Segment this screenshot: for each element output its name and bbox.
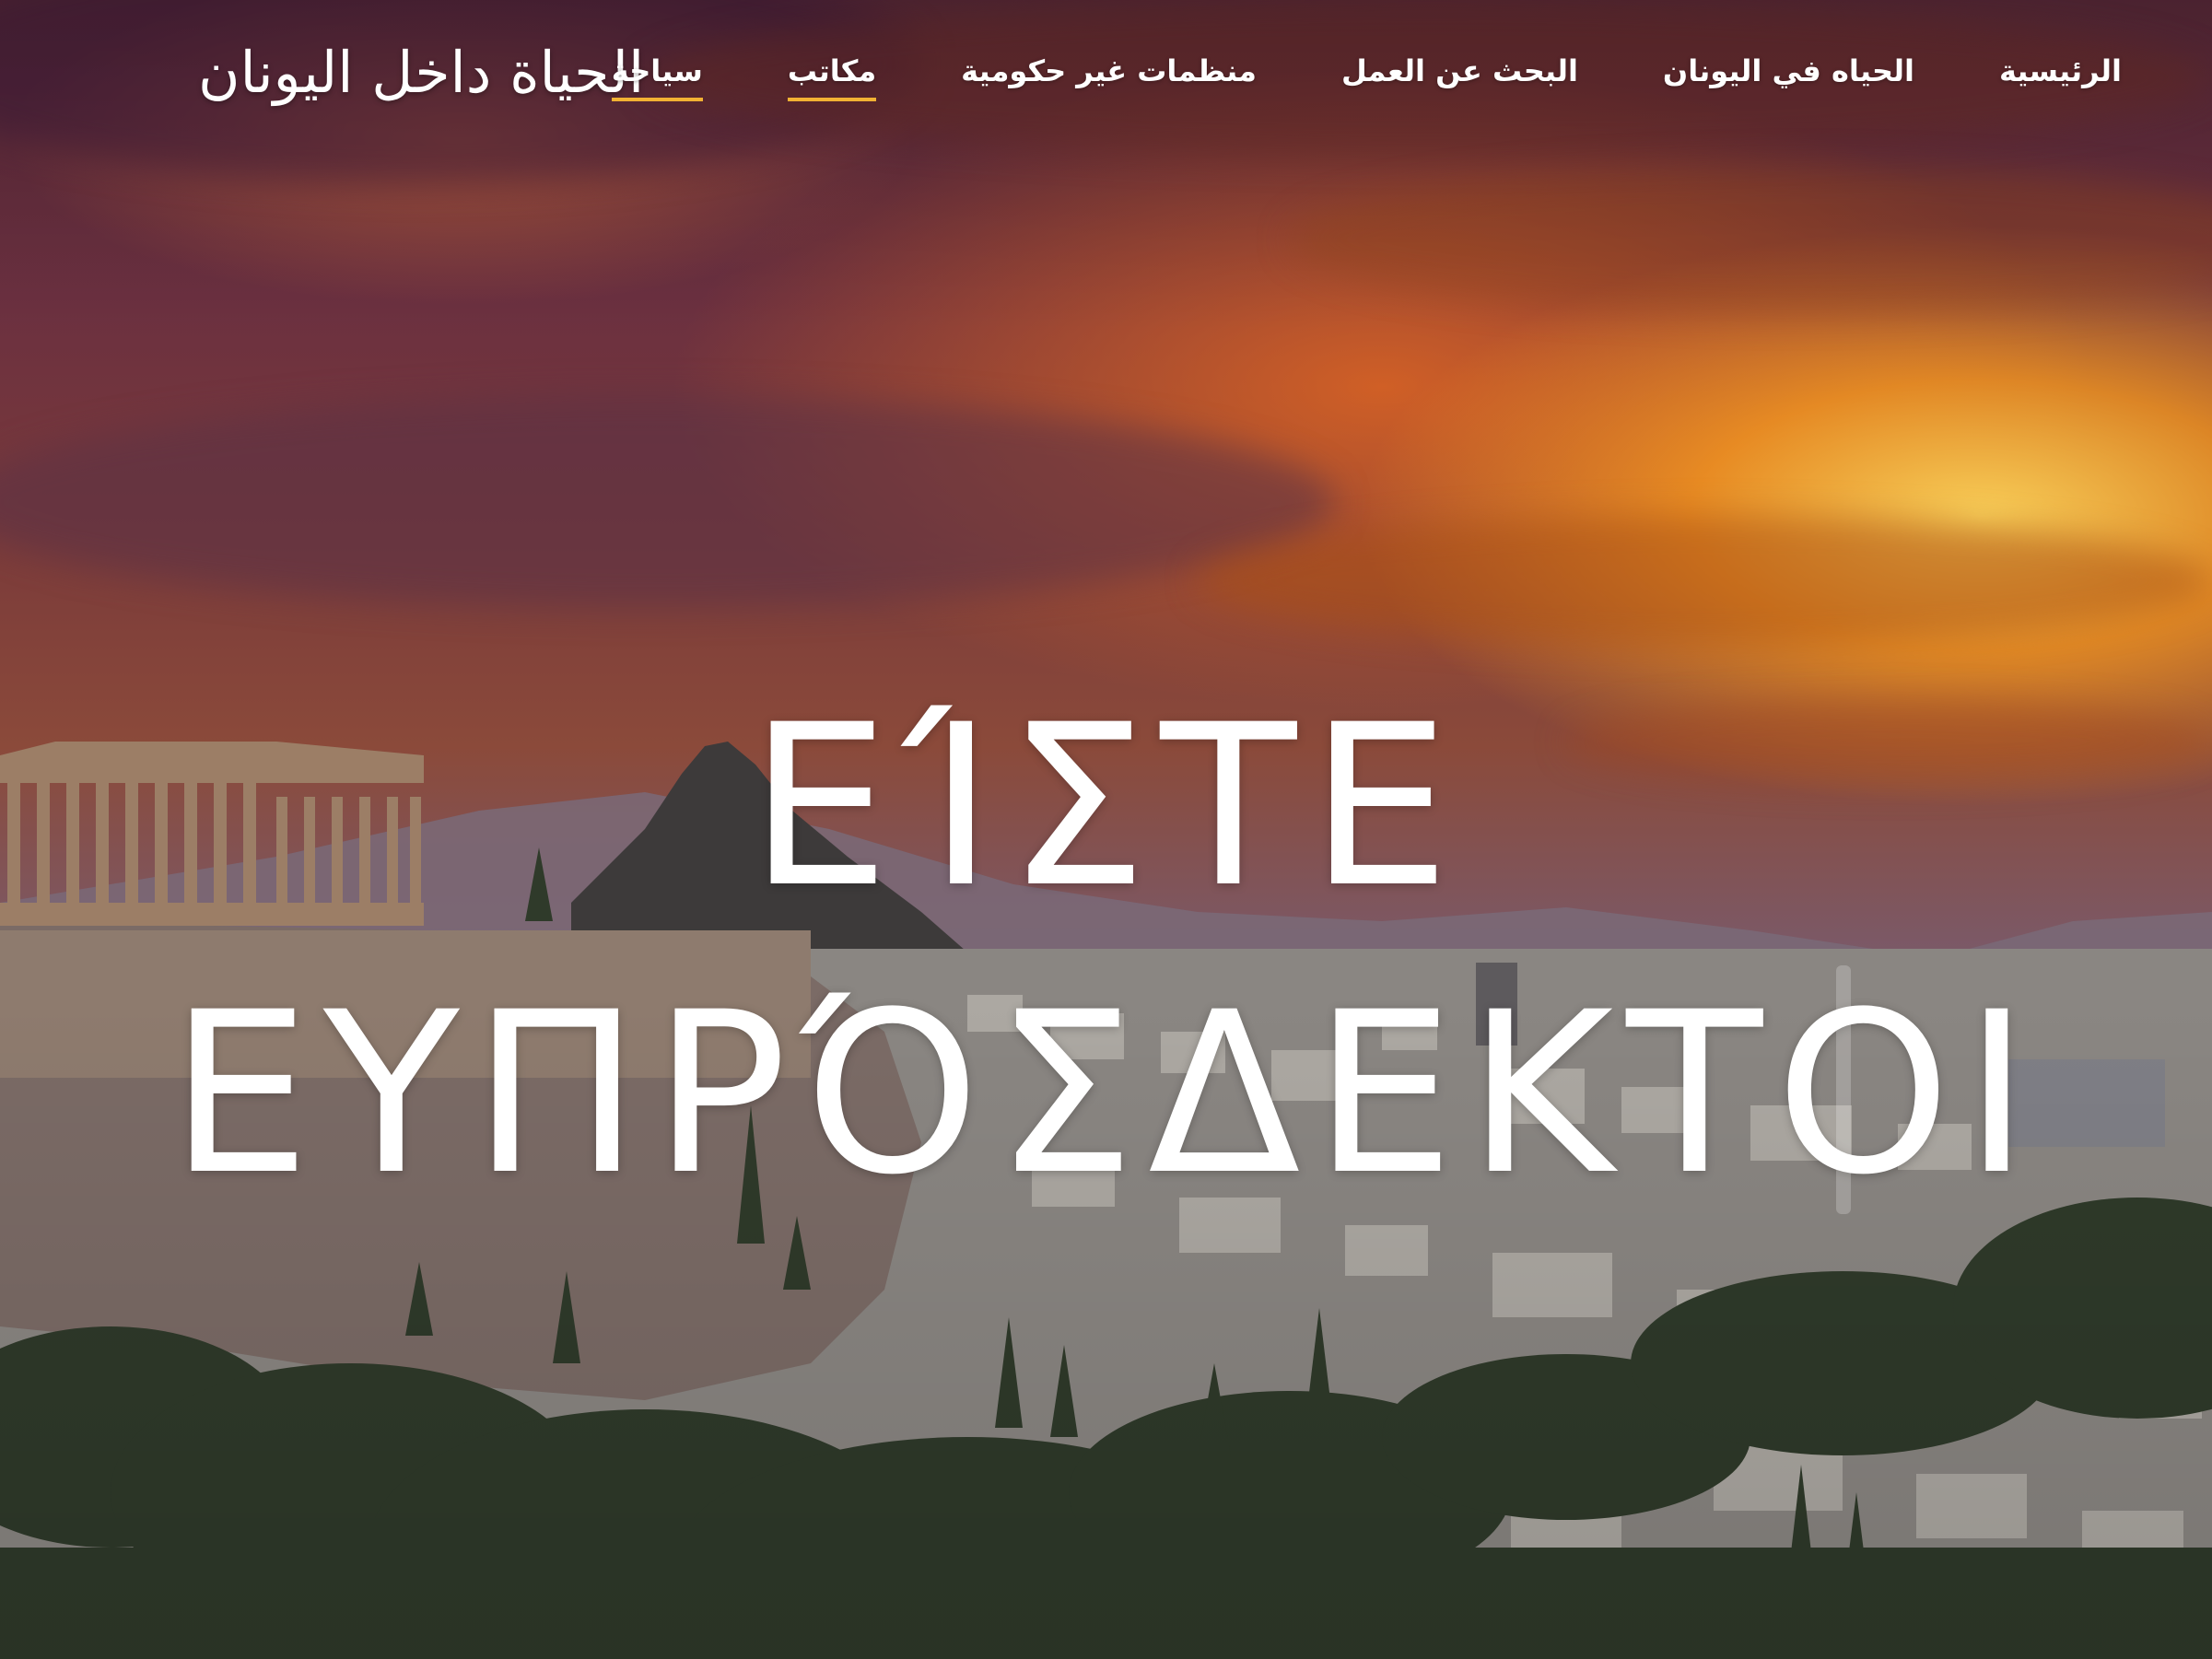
scrollbar-icon[interactable] [1836,965,1851,1214]
nav-item-ngos[interactable]: منظمات غير حكومية [961,53,1257,101]
hero-heading: ΕΊΣΤΕ ΕΥΠΡΌΣΔΕΚΤΟΙ [0,663,2212,1238]
hero-heading-line-2: ΕΥΠΡΌΣΔΕΚΤΟΙ [170,964,2042,1224]
navbar: الحياة داخل اليونان الرئيسية الحياه في ا… [0,0,2212,166]
page: الحياة داخل اليونان الرئيسية الحياه في ا… [0,0,2212,1659]
nav-item-job-search[interactable]: البحث عن العمل [1341,53,1578,101]
hero-heading-line-1: ΕΊΣΤΕ [748,677,1464,937]
nav-item-label: مكاتب [787,53,877,88]
nav-underline [787,98,877,101]
site-brand[interactable]: الحياة داخل اليونان [198,39,644,106]
nav-item-life-in-greece[interactable]: الحياه في اليونان [1663,53,1914,101]
nav-item-label: سياحة [611,53,703,88]
nav-item-label: البحث عن العمل [1340,53,1578,88]
nav-underline [611,98,703,101]
nav-item-home[interactable]: الرئيسية [1999,53,2122,101]
nav-item-label: الحياه في اليونان [1662,53,1914,88]
nav-item-tourism[interactable]: سياحة [611,53,703,101]
nav-item-label: منظمات غير حكومية [961,53,1257,88]
nav-menu: الرئيسية الحياه في اليونان البحث عن العم… [611,53,2122,101]
nav-item-label: الرئيسية [1999,53,2122,88]
nav-item-offices[interactable]: مكاتب [787,53,877,101]
